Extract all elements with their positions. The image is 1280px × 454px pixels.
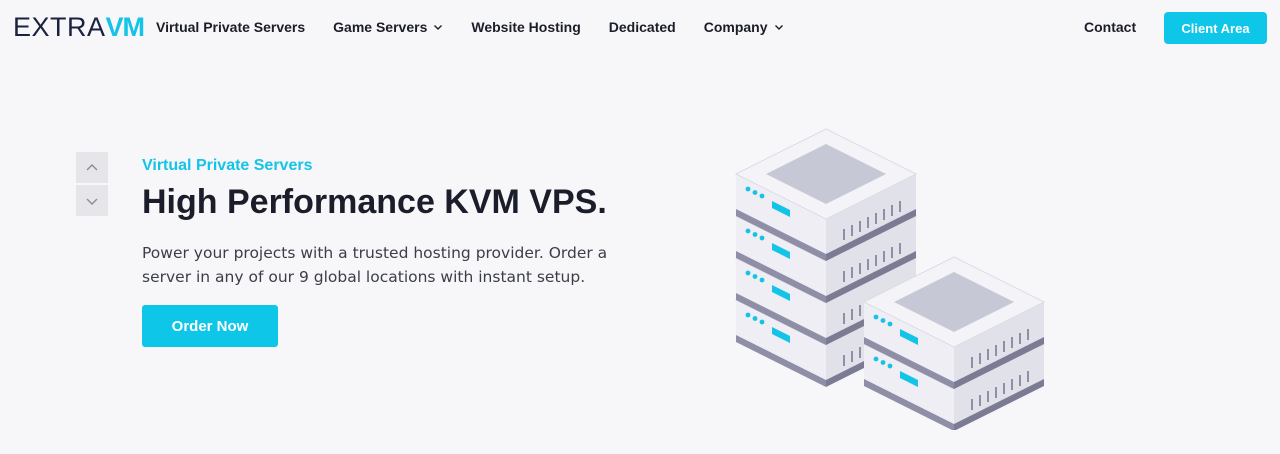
slide-down-button[interactable] [76, 185, 108, 216]
hero-title: High Performance KVM VPS. [142, 183, 607, 221]
hero-description: Power your projects with a trusted hosti… [142, 244, 608, 286]
contact-link[interactable]: Contact [1084, 19, 1136, 35]
nav-links: Virtual Private Servers Game Servers Web… [156, 0, 812, 54]
nav-item-game-servers[interactable]: Game Servers [333, 19, 443, 35]
top-navigation: EXTRA VM Virtual Private Servers Game Ser… [0, 0, 1280, 54]
chevron-up-icon [86, 163, 98, 170]
extravm-logo[interactable]: EXTRA VM [13, 11, 145, 42]
nav-item-label: Dedicated [608, 19, 676, 35]
nav-item-virtual-private-servers[interactable]: Virtual Private Servers [156, 19, 305, 35]
slide-up-button[interactable] [76, 152, 108, 183]
logo-text: EXTRA [13, 11, 106, 42]
nav-item-label: Virtual Private Servers [156, 19, 306, 35]
nav-item-label: Company [703, 19, 768, 35]
order-now-button[interactable]: Order Now [142, 305, 278, 347]
chevron-down-icon [434, 25, 443, 30]
nav-item-website-hosting[interactable]: Website Hosting [471, 19, 580, 35]
chevron-down-icon [774, 25, 783, 30]
server-stack-illustration [735, 128, 1045, 430]
nav-item-company[interactable]: Company [704, 19, 784, 35]
logo-accent-text: VM [105, 11, 145, 42]
nav-item-label: Website Hosting [471, 19, 581, 35]
chevron-down-icon [86, 198, 98, 205]
client-area-button[interactable]: Client Area [1164, 12, 1267, 44]
nav-item-label: Game Servers [333, 19, 428, 35]
nav-item-dedicated[interactable]: Dedicated [609, 19, 676, 35]
hero-eyebrow: Virtual Private Servers [142, 157, 313, 174]
